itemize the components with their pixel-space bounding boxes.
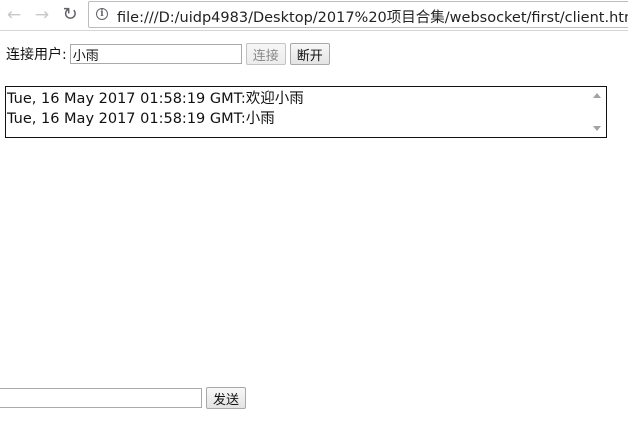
page-info-icon[interactable]: i: [96, 8, 108, 20]
username-input[interactable]: [69, 44, 242, 64]
message-list: Tue, 16 May 2017 01:58:19 GMT:欢迎小雨 Tue, …: [7, 89, 588, 129]
message-item: Tue, 16 May 2017 01:58:19 GMT:欢迎小雨: [7, 91, 304, 107]
address-bar[interactable]: i file:///D:/uidp4983/Desktop/2017%20项目合…: [88, 1, 628, 28]
message-scrollbar[interactable]: [589, 87, 606, 137]
back-arrow-icon[interactable]: ←: [4, 5, 24, 25]
connect-button[interactable]: 连接: [245, 43, 286, 65]
send-button[interactable]: 发送: [206, 387, 247, 409]
send-form: 发送: [0, 387, 247, 409]
scroll-down-arrow-icon[interactable]: [593, 126, 601, 131]
url-text[interactable]: file:///D:/uidp4983/Desktop/2017%20项目合集/…: [117, 6, 628, 27]
message-log[interactable]: Tue, 16 May 2017 01:58:19 GMT:欢迎小雨 Tue, …: [5, 86, 607, 138]
browser-toolbar: ← → ↻ i file:///D:/uidp4983/Desktop/2017…: [0, 0, 628, 31]
forward-arrow-icon[interactable]: →: [32, 5, 52, 25]
connect-form: 连接用户: 连接 断开: [6, 43, 330, 65]
message-input[interactable]: [0, 388, 202, 408]
message-item: Tue, 16 May 2017 01:58:19 GMT:小雨: [7, 111, 275, 127]
reload-icon[interactable]: ↻: [60, 5, 80, 25]
username-label: 连接用户:: [6, 47, 67, 63]
disconnect-button[interactable]: 断开: [289, 43, 330, 65]
scroll-up-arrow-icon[interactable]: [593, 93, 601, 98]
